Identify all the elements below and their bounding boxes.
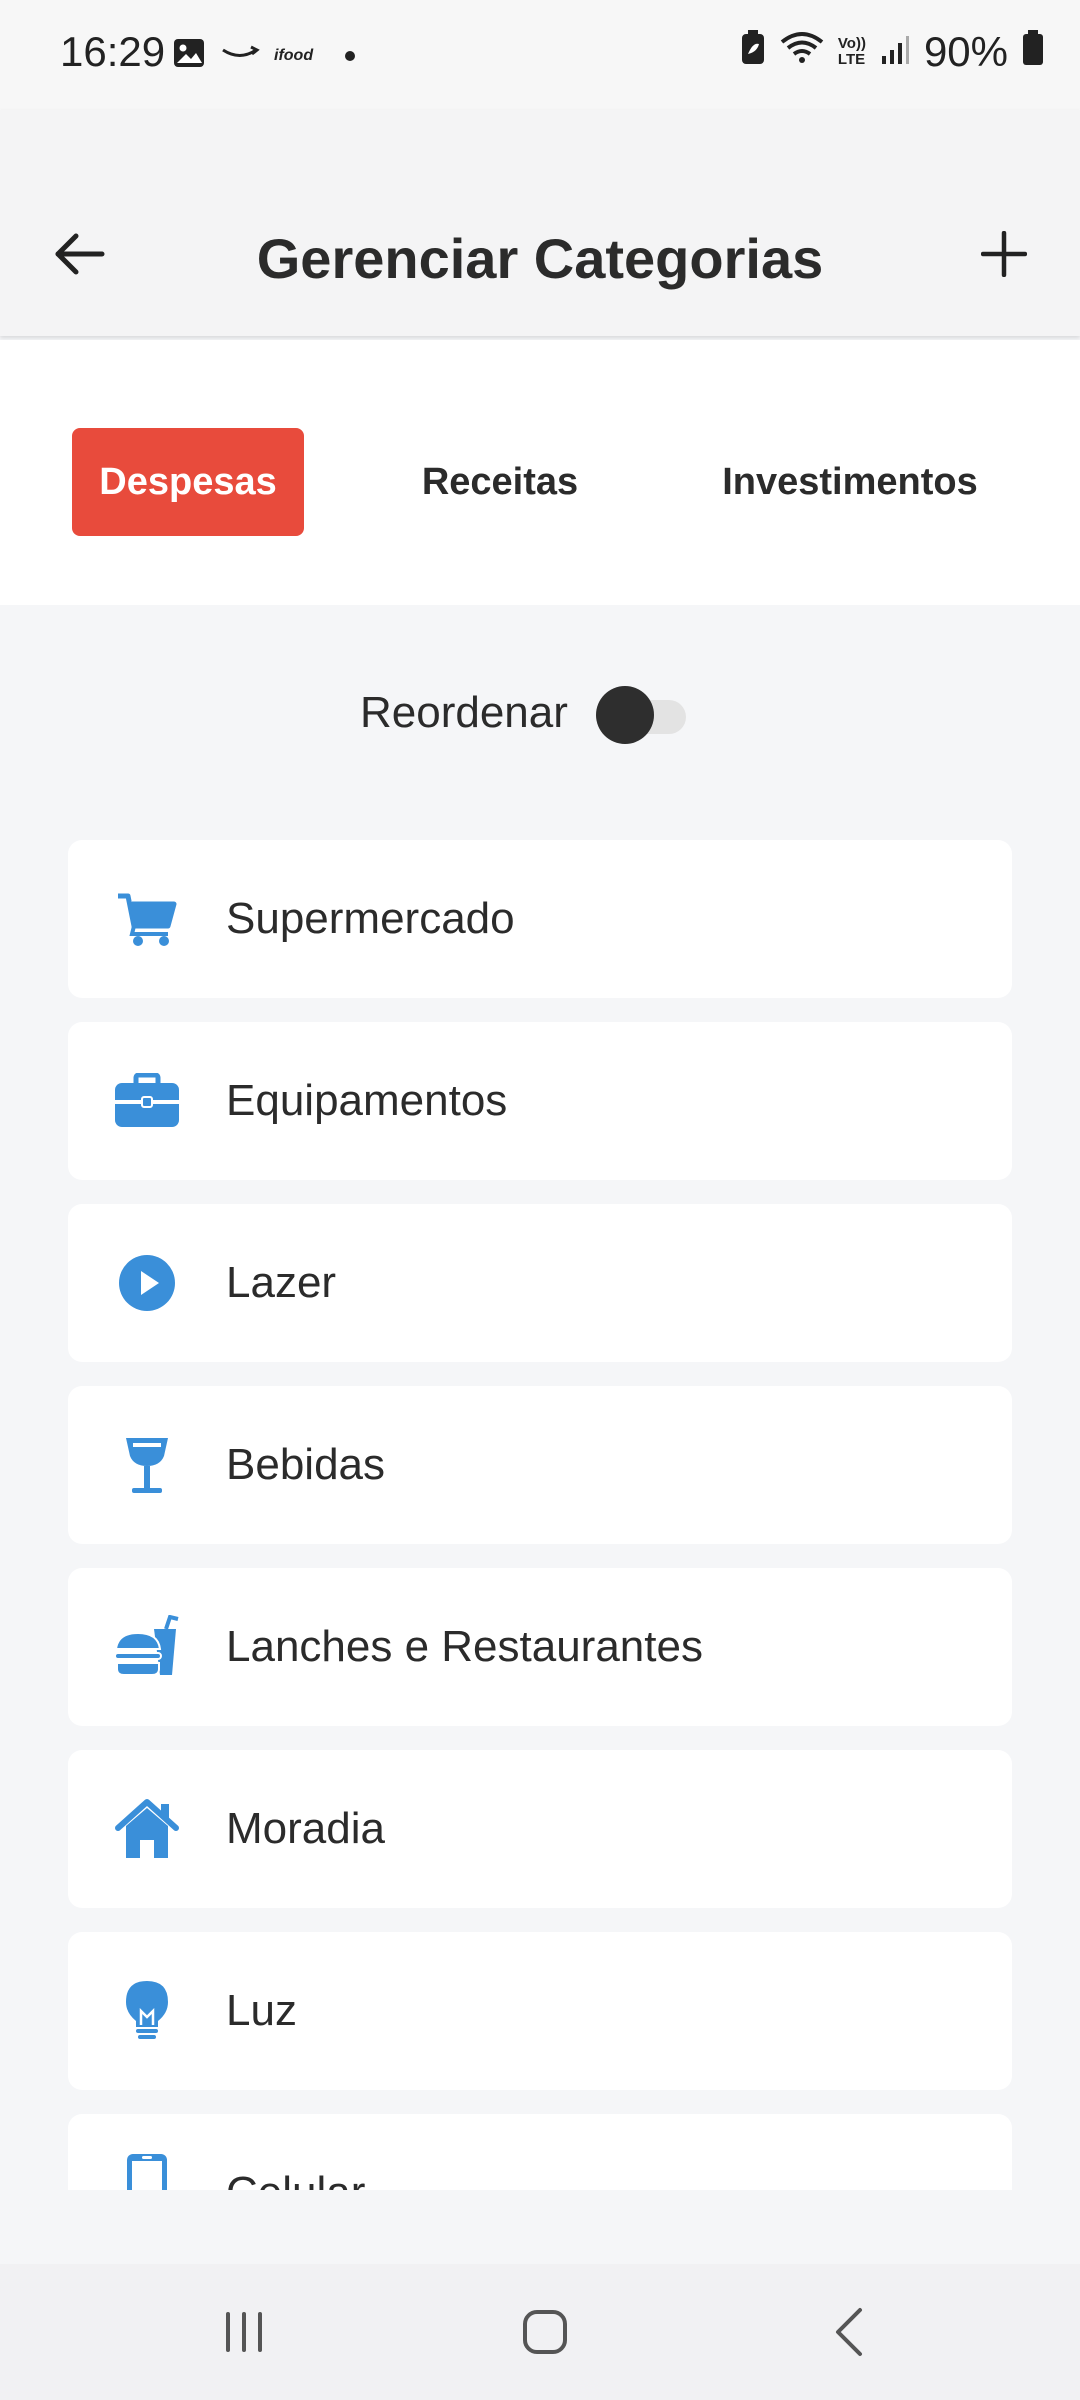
category-label: Bebidas	[226, 1440, 386, 1489]
status-time: 16:29	[60, 28, 166, 75]
category-item-celular[interactable]: Celular	[68, 2114, 1012, 2190]
briefcase-icon	[112, 1066, 182, 1136]
lightbulb-icon	[112, 1976, 182, 2046]
signal-icon	[880, 28, 910, 76]
category-label: Celular	[226, 2168, 365, 2190]
add-category-button[interactable]	[972, 224, 1036, 288]
category-label: Luz	[226, 1986, 297, 2035]
ifood-icon: ifood	[274, 46, 314, 64]
battery-text: 90%	[923, 28, 1008, 75]
toggle-knob	[596, 686, 654, 744]
tab-despesas[interactable]: Despesas	[72, 428, 304, 536]
category-list[interactable]: Supermercado Equipamentos Lazer Bebidas …	[0, 830, 1080, 2190]
category-label: Lazer	[226, 1258, 337, 1307]
status-left-icons: ifood	[172, 36, 356, 75]
reorder-label: Reordenar	[360, 688, 568, 737]
home-nav-icon	[521, 2308, 569, 2361]
dot-icon	[345, 50, 356, 61]
battery-saver-icon	[740, 28, 766, 76]
page-title: Gerenciar Categorias	[256, 227, 824, 290]
volte-icon: Vo)) LTE	[838, 36, 866, 68]
system-nav-bar	[0, 2264, 1080, 2400]
reorder-row: Reordenar	[0, 680, 1080, 750]
cart-icon	[112, 884, 182, 954]
tab-investimentos[interactable]: Investimentos	[690, 428, 1010, 536]
category-item-lanches[interactable]: Lanches e Restaurantes	[68, 1568, 1012, 1726]
status-right: Vo)) LTE 90%	[740, 28, 1044, 76]
category-item-supermercado[interactable]: Supermercado	[68, 840, 1012, 998]
tabs-panel: Despesas Receitas Investimentos	[0, 340, 1080, 605]
plus-icon	[980, 230, 1028, 282]
play-circle-icon	[112, 1248, 182, 1318]
reorder-toggle[interactable]	[596, 686, 692, 744]
volte-top: Vo))	[837, 35, 866, 52]
status-bar: 16:29 ifood Vo)) LTE 90%	[0, 0, 1080, 110]
recents-icon	[222, 2310, 266, 2359]
tab-receitas[interactable]: Receitas	[384, 428, 616, 536]
category-item-bebidas[interactable]: Bebidas	[68, 1386, 1012, 1544]
category-item-moradia[interactable]: Moradia	[68, 1750, 1012, 1908]
image-icon	[172, 36, 206, 75]
wifi-icon	[780, 28, 824, 76]
home-icon	[112, 1794, 182, 1864]
battery-icon	[1022, 28, 1044, 76]
volte-bottom: LTE	[837, 51, 866, 68]
category-item-lazer[interactable]: Lazer	[68, 1204, 1012, 1362]
back-nav-button[interactable]	[808, 2294, 888, 2374]
back-nav-icon	[830, 2307, 866, 2362]
category-label: Lanches e Restaurantes	[226, 1622, 703, 1671]
category-label: Equipamentos	[226, 1076, 508, 1125]
glass-icon	[112, 1430, 182, 1500]
category-item-equipamentos[interactable]: Equipamentos	[68, 1022, 1012, 1180]
app-header	[0, 110, 1080, 336]
burger-drink-icon	[112, 1612, 182, 1682]
recents-button[interactable]	[204, 2294, 284, 2374]
category-item-luz[interactable]: Luz	[68, 1932, 1012, 2090]
mobile-icon	[112, 2150, 182, 2190]
category-label: Supermercado	[226, 894, 515, 943]
amazon-icon	[220, 41, 260, 70]
category-label: Moradia	[226, 1804, 385, 1853]
home-nav-button[interactable]	[505, 2294, 585, 2374]
